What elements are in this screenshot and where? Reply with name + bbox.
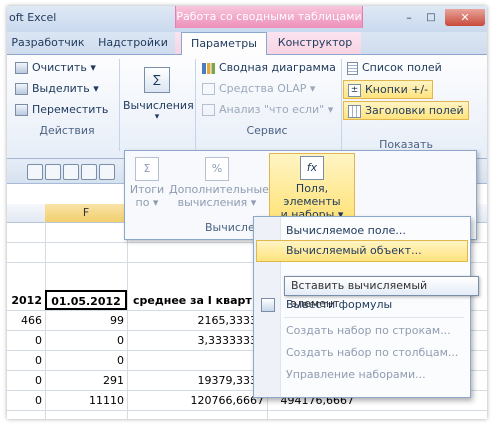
calculations-button[interactable]: ∑ Вычисления ▾ <box>123 57 194 137</box>
calculations-label: Вычисления <box>123 99 194 112</box>
fields-items-sets-menu: Вычисляемое поле... Вычисляемый объект..… <box>253 216 471 398</box>
table-cell[interactable]: 291 <box>45 371 127 391</box>
column-header-e[interactable] <box>7 204 46 223</box>
chart-icon <box>202 62 215 74</box>
print-preview-icon[interactable] <box>45 164 61 180</box>
pivot-chart-label: Сводная диаграмма <box>219 61 336 74</box>
minimize-icon[interactable]: – <box>399 11 419 25</box>
tooltip: Вставить вычисляемый элемент <box>284 276 479 310</box>
pivot-chart-button[interactable]: Сводная диаграмма <box>202 59 336 76</box>
table-cell[interactable]: 0 <box>7 391 45 411</box>
calculator-icon: ∑ <box>144 67 170 93</box>
context-tab-group-header: Работа со сводными таблицами <box>175 6 363 28</box>
olap-tools-button: Средства OLAP ▾ <box>202 80 315 97</box>
sum-icon: Σ <box>135 157 159 181</box>
table-cell[interactable]: 0 <box>7 351 45 371</box>
clear-label: Очистить <box>32 61 87 74</box>
menu-item-create-set-rows: Создать набор по строкам... <box>286 324 451 337</box>
select-label: Выделить <box>32 82 90 95</box>
chevron-down-icon: ▾ <box>154 112 160 122</box>
window-title: oft Excel <box>9 11 57 24</box>
table-cell[interactable]: 99 <box>45 311 127 331</box>
table-cell[interactable]: 0 <box>7 331 45 351</box>
totals-by-button[interactable]: Σ Итоги по ▾ <box>129 155 165 219</box>
olap-icon <box>202 83 215 95</box>
move-icon <box>15 104 28 116</box>
fields-items-sets-button[interactable]: fx Поля, элементы и наборы ▾ <box>269 153 355 221</box>
service-group-label: Сервис <box>246 124 288 137</box>
buttons-label: Кнопки +/- <box>365 83 429 96</box>
fields-label: Поля, элементы <box>283 182 341 208</box>
menu-item-manage-sets: Управление наборами... <box>286 368 426 381</box>
group-separator <box>119 59 120 151</box>
clear-icon <box>15 62 28 74</box>
tab-design[interactable]: Конструктор <box>273 32 357 54</box>
table-cell[interactable]: 0 <box>45 351 127 371</box>
menu-item-calculated-field[interactable]: Вычисляемое поле... <box>286 221 406 241</box>
olap-tools-label: Средства OLAP <box>219 82 307 95</box>
actions-group-label: Действия <box>39 124 95 137</box>
move-label: Переместить <box>32 103 109 116</box>
what-if-label: Анализ "что если" <box>219 103 325 116</box>
what-if-button: Анализ "что если" ▾ <box>202 101 333 118</box>
table-cell[interactable]: 120766,6667 <box>127 391 267 411</box>
table-cell[interactable]: 466 <box>7 311 45 331</box>
field-list-button[interactable]: Список полей <box>347 59 442 76</box>
percent-icon: % <box>205 157 229 181</box>
spellcheck-icon[interactable] <box>81 164 97 180</box>
menu-item-calculated-item[interactable]: Вычисляемый объект... <box>286 241 422 261</box>
menu-item-create-set-columns: Создать набор по столбцам... <box>286 346 459 359</box>
table-cell[interactable]: среднее за I кварт <box>129 291 267 311</box>
buttons-toggle[interactable]: ± Кнопки +/- <box>343 80 434 99</box>
totals-label: Итоги <box>129 183 165 196</box>
totals-label-line2-text: по <box>135 196 150 209</box>
table-cell[interactable]: 2012 <box>7 291 45 311</box>
zoom-icon[interactable] <box>63 164 79 180</box>
field-list-label: Список полей <box>362 61 442 74</box>
extra-calc-label: Дополнительные <box>169 183 269 196</box>
tab-options[interactable]: Параметры <box>181 32 267 56</box>
formula-icon: fx <box>300 156 324 180</box>
move-button[interactable]: Переместить <box>15 101 108 118</box>
list-formulas-icon <box>261 298 275 312</box>
select-button[interactable]: Выделить ▾ <box>15 80 99 97</box>
field-headers-toggle[interactable]: Заголовки полей <box>343 101 469 120</box>
restore-icon[interactable]: □ <box>421 11 441 25</box>
totals-label-line2: по ▾ <box>135 196 159 209</box>
what-if-icon <box>202 104 215 116</box>
headers-icon <box>348 104 361 118</box>
select-icon <box>15 83 28 95</box>
headers-label: Заголовки полей <box>365 104 464 117</box>
field-list-icon <box>347 61 358 75</box>
column-header-f[interactable]: F <box>45 204 128 223</box>
table-cell[interactable]: 11110 <box>45 391 127 411</box>
sort-icon[interactable] <box>99 164 115 180</box>
group-separator <box>195 59 196 151</box>
ribbon-tabs: Разработчик Надстройки Параметры Констру… <box>7 32 487 78</box>
show-values-as-button[interactable]: % Дополнительные вычисления ▾ <box>169 155 269 219</box>
title-bar: oft Excel Работа со сводными таблицами –… <box>7 6 487 32</box>
group-separator <box>341 59 342 151</box>
table-cell[interactable]: 0 <box>7 371 45 391</box>
excel-window: oft Excel Работа со сводными таблицами –… <box>7 6 487 419</box>
table-cell[interactable]: 0 <box>45 331 127 351</box>
table-cell[interactable]: 19379,3333 <box>127 371 267 391</box>
menu-separator <box>284 317 464 318</box>
chevron-down-icon: ▾ <box>90 61 96 74</box>
chevron-down-icon: ▾ <box>93 82 99 95</box>
clear-button[interactable]: Очистить ▾ <box>15 59 96 76</box>
tab-developer[interactable]: Разработчик <box>7 32 89 54</box>
extra-calc-label-line2-text: вычисления <box>177 196 248 209</box>
camera-icon[interactable] <box>27 164 43 180</box>
extra-calc-label-line2: вычисления ▾ <box>177 196 257 209</box>
selected-cell[interactable]: 01.05.2012 <box>45 290 127 310</box>
table-cell[interactable]: 2165,33333 <box>127 311 267 331</box>
plus-minus-icon: ± <box>348 83 361 97</box>
ribbon-panel: Очистить ▾ Выделить ▾ Переместить Действ… <box>7 55 487 159</box>
table-cell[interactable]: 3,33333333 <box>127 331 267 351</box>
tab-addins[interactable]: Надстройки <box>93 32 173 54</box>
close-icon[interactable]: ✕ <box>445 9 485 26</box>
